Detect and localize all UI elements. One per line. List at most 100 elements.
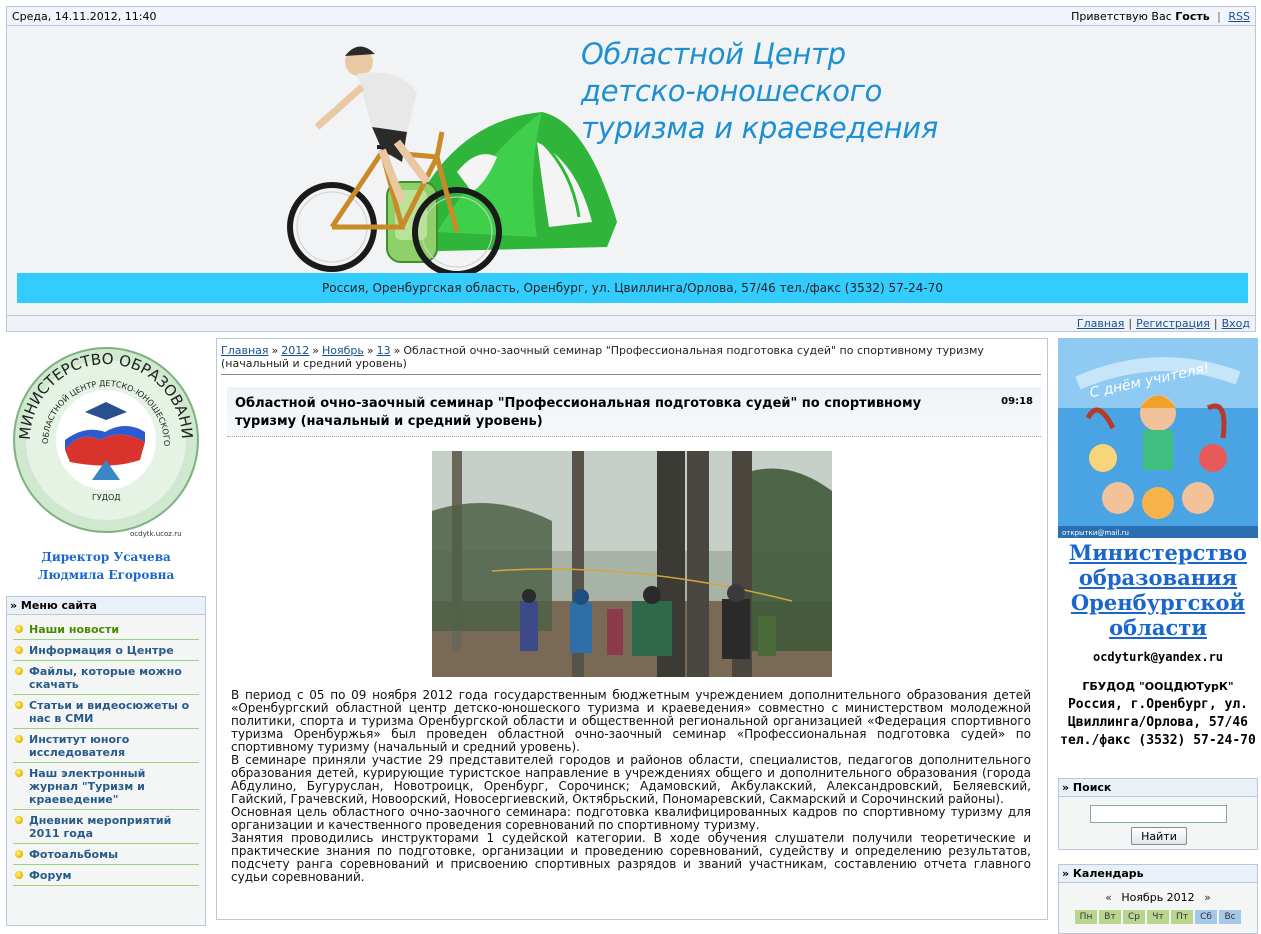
breadcrumb: Главная» 2012» Ноябрь» 13» Областной очно-за… bbox=[221, 344, 1045, 370]
post-paragraph: В семинаре приняли участие 29 представит… bbox=[231, 753, 1031, 806]
bullet-icon bbox=[15, 701, 23, 709]
calendar-month: Ноябрь 2012 bbox=[1121, 891, 1195, 904]
post-time: 09:18 bbox=[1001, 396, 1033, 407]
seminar-photo[interactable] bbox=[432, 451, 832, 677]
ministry-link[interactable]: Министерство образования Оренбургской об… bbox=[1069, 540, 1247, 640]
menu-item-media: Статьи и видеосюжеты о нас в СМИ bbox=[13, 695, 199, 729]
bullet-icon bbox=[15, 667, 23, 675]
calendar-weekdays: Пн Вт Ср Чт Пт Сб Вс bbox=[1059, 910, 1257, 924]
site-title-line: детско-юношеского bbox=[581, 74, 883, 108]
site-header: Областной Центр детско-юношеского туризм… bbox=[6, 26, 1256, 316]
bullet-icon bbox=[15, 625, 23, 633]
site-title-line: туризма и краеведения bbox=[581, 111, 938, 145]
menu-link[interactable]: Наши новости bbox=[29, 623, 119, 636]
nav-home-link[interactable]: Главная bbox=[1077, 317, 1125, 330]
weekday: Пт bbox=[1171, 910, 1193, 924]
site-menu-title: » Меню сайта bbox=[7, 597, 205, 615]
breadcrumb-home[interactable]: Главная bbox=[221, 344, 269, 357]
weekday: Ср bbox=[1123, 910, 1145, 924]
director-name: Директор Усачева Людмила Егоровна bbox=[6, 548, 206, 584]
calendar-next-button[interactable]: » bbox=[1204, 891, 1211, 904]
menu-link[interactable]: Дневник мероприятий 2011 года bbox=[29, 814, 171, 840]
bullet-icon bbox=[15, 816, 23, 824]
calendar-box: » Календарь « Ноябрь 2012 » Пн Вт Ср Чт … bbox=[1058, 864, 1258, 934]
bullet-icon bbox=[15, 646, 23, 654]
calendar-prev-button[interactable]: « bbox=[1105, 891, 1112, 904]
top-bar: Среда, 14.11.2012, 11:40 Приветствую Вас… bbox=[6, 6, 1256, 26]
organization-info: ГБУДОД "ООЦДЮТурК" Россия, г.Оренбург, у… bbox=[1058, 678, 1258, 750]
menu-link[interactable]: Фотоальбомы bbox=[29, 848, 118, 861]
menu-link[interactable]: Файлы, которые можно скачать bbox=[29, 665, 182, 691]
nav-login-link[interactable]: Вход bbox=[1222, 317, 1250, 330]
menu-item-photos: Фотоальбомы bbox=[13, 844, 199, 865]
cyclist-tent-illustration bbox=[287, 46, 617, 277]
right-sidebar: С днём учителя! открытки@mail.ru Министе… bbox=[1058, 338, 1258, 934]
menu-item-about: Информация о Центре bbox=[13, 640, 199, 661]
site-title-line: Областной Центр bbox=[581, 37, 846, 71]
weekday: Пн bbox=[1075, 910, 1097, 924]
post-header: Областной очно-заочный семинар "Професси… bbox=[227, 387, 1041, 437]
menu-link[interactable]: Институт юного исследователя bbox=[29, 733, 129, 759]
breadcrumb-day[interactable]: 13 bbox=[377, 344, 391, 357]
header-address-bar: Россия, Оренбургская область, Оренбург, … bbox=[17, 273, 1248, 303]
menu-link[interactable]: Форум bbox=[29, 869, 72, 882]
bullet-icon bbox=[15, 735, 23, 743]
menu-link[interactable]: Наш электронный журнал "Туризм и краевед… bbox=[29, 767, 145, 806]
breadcrumb-separator: » bbox=[393, 344, 401, 357]
teachers-day-banner[interactable]: С днём учителя! открытки@mail.ru bbox=[1058, 338, 1258, 538]
breadcrumb-month[interactable]: Ноябрь bbox=[322, 344, 364, 357]
weekday: Чт bbox=[1147, 910, 1169, 924]
contact-email: ocdyturk@yandex.ru bbox=[1092, 650, 1224, 664]
post-paragraph: Занятия проводились инструкторами 1 суде… bbox=[231, 831, 1031, 884]
menu-item-news: Наши новости bbox=[13, 619, 199, 640]
post-title: Областной очно-заочный семинар "Професси… bbox=[235, 396, 922, 429]
site-title: Областной Центр детско-юношеского туризм… bbox=[581, 36, 938, 147]
post-body: В период с 05 по 09 ноября 2012 года гос… bbox=[231, 689, 1031, 884]
search-box: » Поиск Найти bbox=[1058, 778, 1258, 850]
organization-name: ГБУДОД "ООЦДЮТурК" bbox=[1082, 680, 1234, 693]
bullet-icon bbox=[15, 769, 23, 777]
logo-url: ocdytk.ucoz.ru bbox=[130, 530, 182, 538]
nav-register-link[interactable]: Регистрация bbox=[1136, 317, 1210, 330]
greeting-text: Приветствую Вас bbox=[1071, 9, 1172, 23]
main-content: Главная» 2012» Ноябрь» 13» Областной очно-за… bbox=[216, 338, 1048, 920]
username: Гость bbox=[1175, 9, 1210, 23]
bullet-icon bbox=[15, 850, 23, 858]
director-line: Директор Усачева bbox=[41, 550, 171, 564]
ministry-emblem-logo: МИНИСТЕРСТВО ОБРАЗОВАНИЯ ОРЕНБУРГСКОЙ ОБ… bbox=[10, 340, 199, 538]
menu-item-institute: Институт юного исследователя bbox=[13, 729, 199, 763]
current-datetime: Среда, 14.11.2012, 11:40 bbox=[12, 9, 157, 23]
post-paragraph: Основная цель областного очно-заочного с… bbox=[231, 805, 1031, 832]
ministry-link-block: Министерство образования Оренбургской об… bbox=[1058, 540, 1258, 640]
menu-item-forum: Форум bbox=[13, 865, 199, 886]
director-line: Людмила Егоровна bbox=[37, 568, 175, 582]
menu-item-files: Файлы, которые можно скачать bbox=[13, 661, 199, 695]
bullet-icon bbox=[15, 871, 23, 879]
breadcrumb-year[interactable]: 2012 bbox=[281, 344, 309, 357]
breadcrumb-separator: » bbox=[271, 344, 279, 357]
logo-text-bottom: ГУДОД bbox=[92, 493, 121, 502]
search-button[interactable]: Найти bbox=[1131, 827, 1187, 845]
breadcrumb-divider bbox=[221, 374, 1041, 375]
organization-address: Россия, г.Оренбург, ул. Цвиллинга/Орлова… bbox=[1060, 697, 1256, 748]
menu-item-journal: Наш электронный журнал "Туризм и краевед… bbox=[13, 763, 199, 810]
header-address: Россия, Оренбургская область, Оренбург, … bbox=[322, 281, 943, 295]
weekday: Вт bbox=[1099, 910, 1121, 924]
post-paragraph: В период с 05 по 09 ноября 2012 года гос… bbox=[231, 688, 1031, 754]
menu-link[interactable]: Информация о Центре bbox=[29, 644, 174, 657]
user-nav-bar: Главная | Регистрация | Вход bbox=[6, 316, 1256, 332]
search-title: » Поиск bbox=[1059, 779, 1257, 797]
rss-link[interactable]: RSS bbox=[1228, 10, 1250, 23]
left-sidebar: МИНИСТЕРСТВО ОБРАЗОВАНИЯ ОРЕНБУРГСКОЙ ОБ… bbox=[6, 338, 206, 926]
weekday: Сб bbox=[1195, 910, 1217, 924]
weekday: Вс bbox=[1219, 910, 1241, 924]
menu-item-diary: Дневник мероприятий 2011 года bbox=[13, 810, 199, 844]
site-menu-list: Наши новости Информация о Центре Файлы, … bbox=[7, 615, 205, 886]
banner-footer: открытки@mail.ru bbox=[1062, 529, 1129, 537]
search-input[interactable] bbox=[1090, 805, 1227, 823]
user-greeting: Приветствую Вас Гость | RSS bbox=[1071, 9, 1250, 23]
site-menu-box: » Меню сайта Наши новости Информация о Ц… bbox=[6, 596, 206, 926]
calendar-title: » Календарь bbox=[1059, 865, 1257, 883]
calendar-nav: « Ноябрь 2012 » bbox=[1059, 891, 1257, 904]
menu-link[interactable]: Статьи и видеосюжеты о нас в СМИ bbox=[29, 699, 189, 725]
